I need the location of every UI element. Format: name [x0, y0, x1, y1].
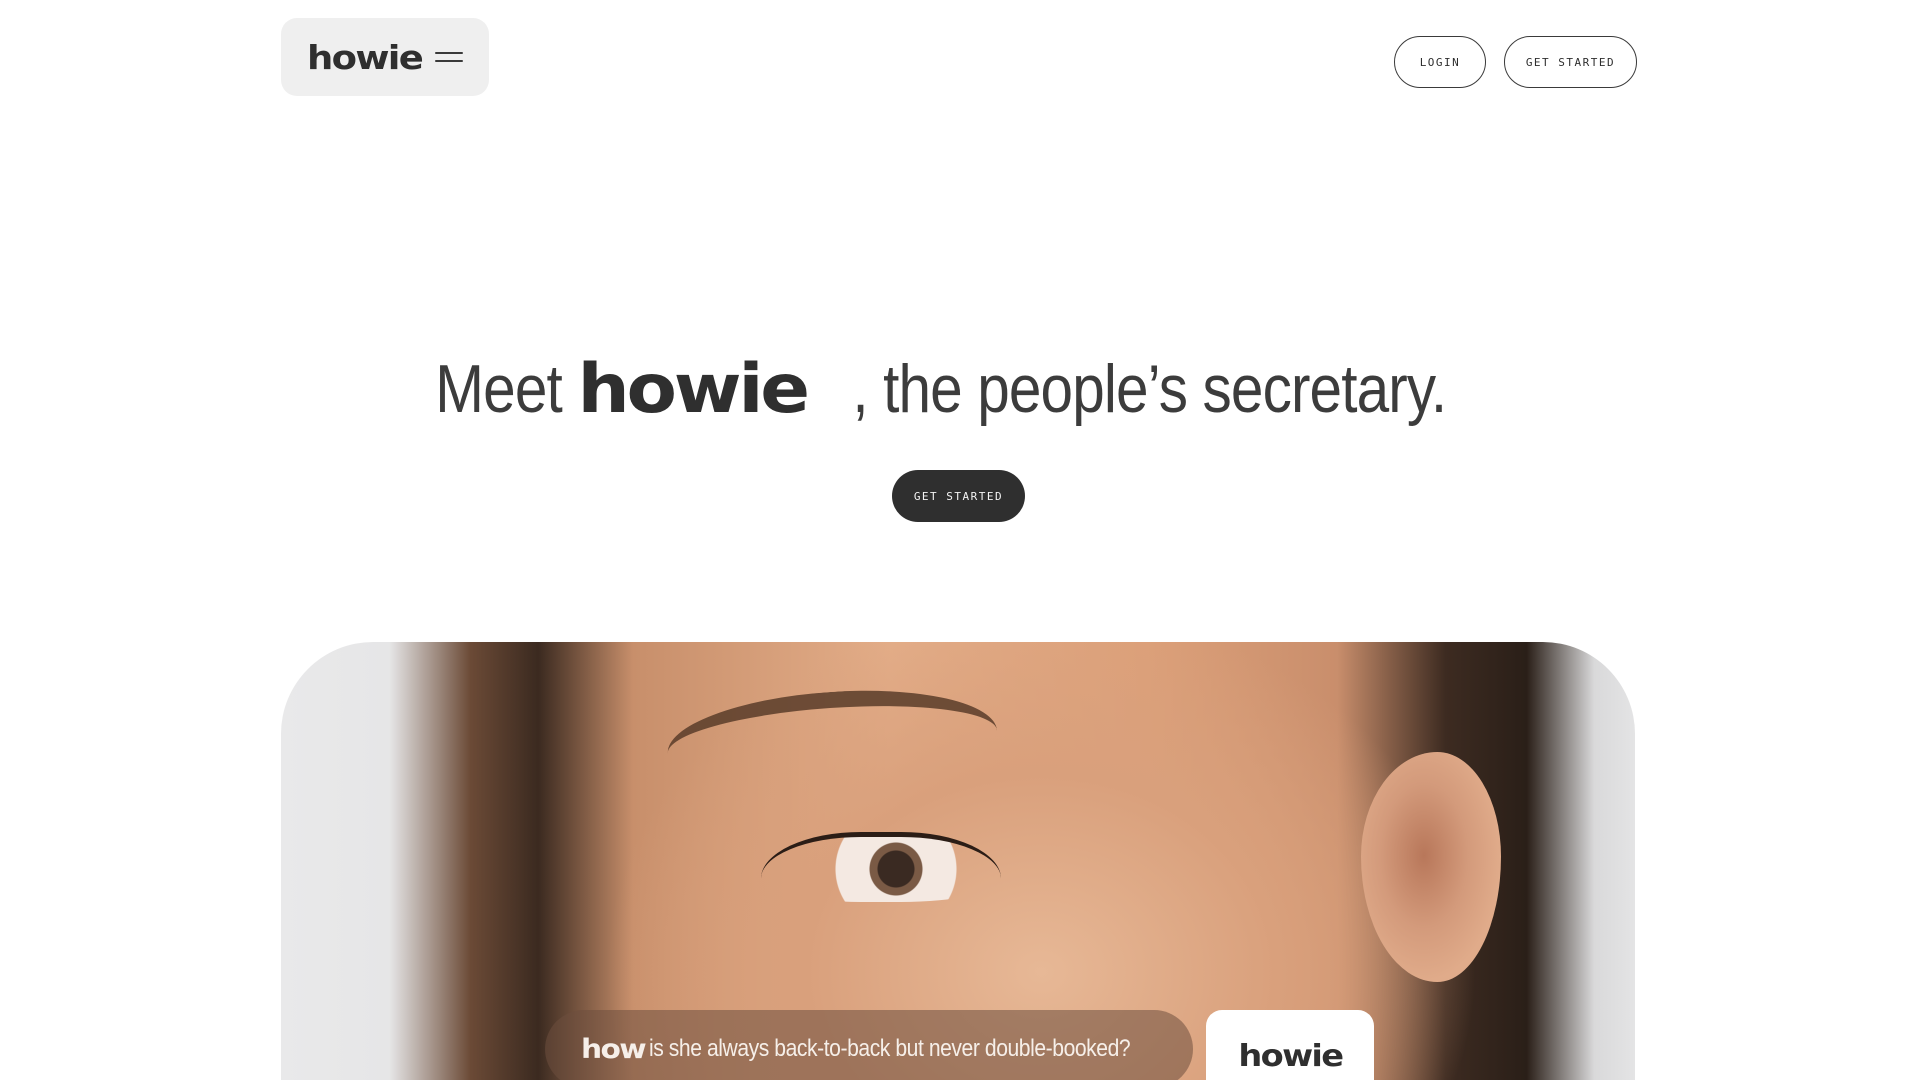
headline-prefix: Meet: [435, 351, 562, 427]
logo-tile-wordmark: howie: [1238, 1038, 1344, 1074]
headline-brand: howie: [577, 350, 811, 429]
logo-wordmark[interactable]: howie: [307, 41, 424, 74]
hero-get-started-button[interactable]: GET STARTED: [892, 470, 1025, 522]
photo-eye-shape: [761, 832, 1001, 902]
login-button[interactable]: LOGIN: [1394, 36, 1486, 88]
hero-headline: Meet howie , the people’s secretary.: [0, 350, 1920, 429]
hero-photo: how is she always back-to-back but never…: [281, 642, 1635, 1080]
brand-menu-pill[interactable]: howie: [281, 18, 489, 96]
header-get-started-button[interactable]: GET STARTED: [1504, 36, 1637, 88]
caption-brand: how: [581, 1033, 647, 1065]
photo-eyebrow-shape: [664, 680, 998, 764]
headline-suffix: , the people’s secretary.: [852, 351, 1448, 427]
hamburger-menu-icon[interactable]: [435, 52, 463, 62]
caption-text: is she always back-to-back but never dou…: [649, 1035, 1131, 1062]
photo-caption-pill: how is she always back-to-back but never…: [545, 1010, 1193, 1080]
photo-ear-shape: [1361, 752, 1501, 982]
logo-tile: howie: [1206, 1010, 1374, 1080]
